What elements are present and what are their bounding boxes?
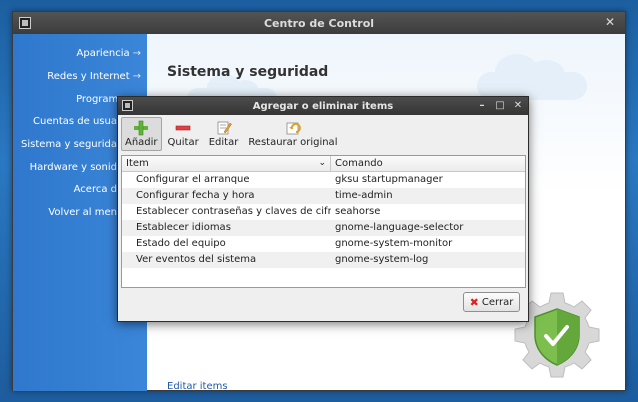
table-row[interactable]: Configurar el arranque gksu startupmanag… (122, 172, 525, 188)
sidebar-item-hardware[interactable]: Hardware y sonid (30, 162, 117, 173)
arrow-right-icon: → (132, 48, 141, 59)
close-button[interactable]: ✖ Cerrar (463, 292, 520, 312)
window-menu-icon[interactable] (122, 100, 133, 111)
cell-command: gnome-system-monitor (335, 238, 453, 249)
cell-item: Configurar el arranque (136, 174, 250, 185)
main-window-title: Centro de Control (263, 16, 375, 30)
window-controls: – □ ✕ (477, 99, 523, 112)
cell-item: Establecer contraseñas y claves de cifra… (136, 206, 331, 217)
cell-item: Ver eventos del sistema (136, 254, 257, 265)
page-title: Sistema y seguridad (167, 64, 329, 80)
column-header-item[interactable]: Item ⌄ (122, 156, 331, 171)
table-row[interactable]: Establecer contraseñas y claves de cifra… (122, 204, 525, 220)
cell-item: Estado del equipo (136, 238, 226, 249)
sidebar-item-label: Hardware y sonid (29, 162, 117, 173)
edit-button[interactable]: Editar (205, 117, 243, 151)
arrow-right-icon: → (132, 71, 141, 82)
restore-original-button[interactable]: Restaurar original (244, 117, 341, 151)
dialog-titlebar[interactable]: Agregar o eliminar items – □ ✕ (118, 97, 528, 115)
cell-item: Establecer idiomas (136, 222, 231, 233)
main-titlebar[interactable]: Centro de Control ✕ (13, 12, 625, 34)
cell-item: Configurar fecha y hora (136, 190, 255, 201)
remove-button[interactable]: Quitar (164, 117, 203, 151)
sidebar-item-apariencia[interactable]: Apariencia → (77, 48, 142, 59)
cell-command: time-admin (335, 190, 393, 201)
table-row[interactable]: Establecer idiomas gnome-language-select… (122, 220, 525, 236)
sidebar-item-cuentas[interactable]: Cuentas de usua (33, 116, 117, 127)
close-icon[interactable]: ✕ (513, 99, 523, 112)
edit-items-link[interactable]: Editar items (167, 381, 228, 390)
table-header: Item ⌄ Comando (122, 156, 525, 172)
sidebar-item-label: Cuentas de usua (33, 116, 117, 127)
sidebar-item-sistema[interactable]: Sistema y segurida (21, 139, 117, 150)
close-button-label: Cerrar (481, 296, 514, 308)
dialog-toolbar: Añadir Quitar Editar Restaurar original (118, 115, 528, 151)
sidebar-item-label: Redes y Internet (47, 71, 130, 82)
close-icon: ✖ (469, 295, 479, 309)
sidebar-item-label: Apariencia (76, 48, 130, 59)
remove-icon (174, 119, 192, 137)
main-close-icon[interactable]: ✕ (605, 16, 615, 28)
sidebar-item-volver[interactable]: Volver al men (48, 207, 117, 218)
cell-command: seahorse (335, 206, 381, 217)
column-header-command[interactable]: Comando (331, 156, 383, 171)
restore-label: Restaurar original (248, 137, 338, 148)
sidebar-item-label: Sistema y segurida (21, 139, 117, 150)
table-row[interactable]: Configurar fecha y hora time-admin (122, 188, 525, 204)
table-body: Configurar el arranque gksu startupmanag… (122, 172, 525, 268)
sidebar-item-label: Volver al men (48, 207, 117, 218)
maximize-icon[interactable]: □ (495, 99, 505, 112)
minimize-icon[interactable]: – (477, 99, 487, 112)
sidebar-item-label: Acerca d (73, 184, 117, 195)
add-label: Añadir (125, 137, 158, 148)
chevron-down-icon: ⌄ (318, 158, 326, 168)
remove-label: Quitar (167, 137, 199, 148)
edit-label: Editar (208, 137, 239, 148)
table-row[interactable]: Ver eventos del sistema gnome-system-log (122, 252, 525, 268)
items-table: Item ⌄ Comando Configurar el arranque gk… (121, 155, 526, 288)
add-button[interactable]: Añadir (121, 117, 162, 151)
window-menu-icon[interactable] (19, 17, 31, 29)
cell-command: gnome-language-selector (335, 222, 464, 233)
add-icon (132, 119, 150, 137)
restore-icon (284, 119, 302, 137)
table-row[interactable]: Estado del equipo gnome-system-monitor (122, 236, 525, 252)
dialog-title: Agregar o eliminar items (252, 100, 394, 112)
add-remove-items-dialog: Agregar o eliminar items – □ ✕ Añadir Qu… (117, 96, 529, 322)
column-header-label: Item (126, 158, 149, 169)
sidebar-item-redes[interactable]: Redes y Internet → (47, 71, 141, 82)
cell-command: gnome-system-log (335, 254, 429, 265)
sidebar-item-acerca[interactable]: Acerca d (74, 184, 117, 195)
cell-command: gksu startupmanager (335, 174, 443, 185)
edit-icon (215, 119, 233, 137)
